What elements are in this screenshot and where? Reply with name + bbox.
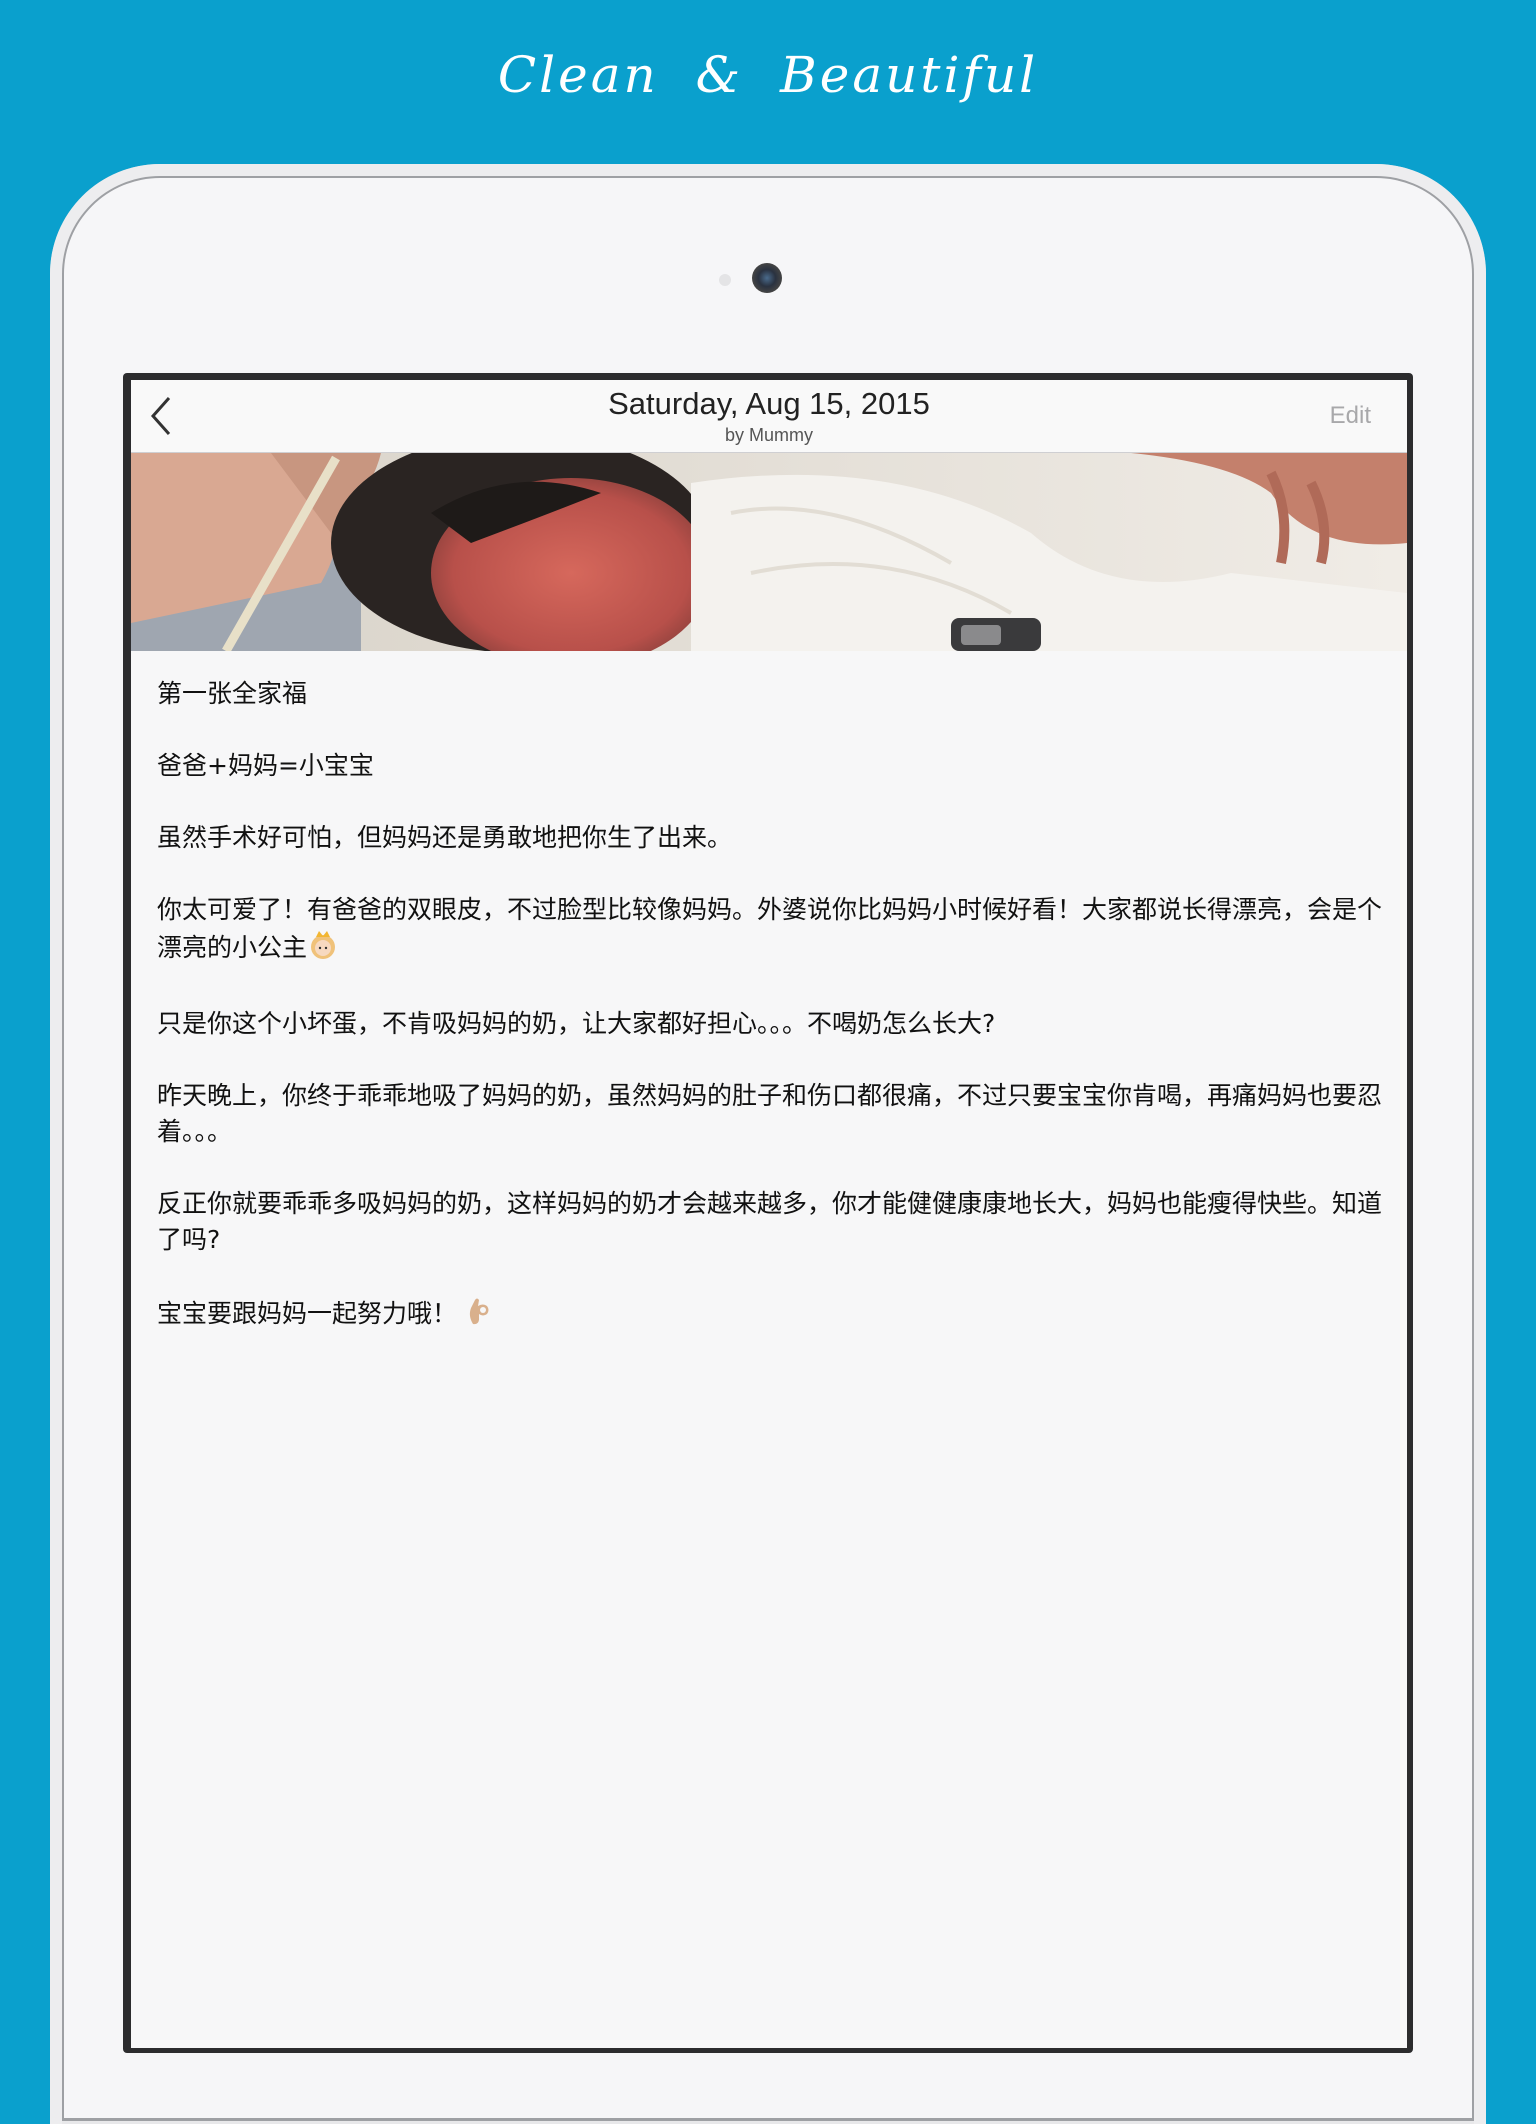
newborn-baby-photo xyxy=(131,453,1407,651)
entry-paragraph: 反正你就要乖乖多吸妈妈的奶，这样妈妈的奶才会越来越多，你才能健健康康地长大，妈妈… xyxy=(157,1189,1383,1254)
edit-button[interactable]: Edit xyxy=(1330,402,1371,430)
princess-emoji-icon xyxy=(307,928,339,970)
entry-paragraph: 宝宝要跟妈妈一起努力哦！ xyxy=(157,1299,458,1328)
entry-paragraph-with-emoji: 你太可爱了！有爸爸的双眼皮，不过脸型比较像妈妈。外婆说你比妈妈小时候好看！大家都… xyxy=(157,892,1387,970)
entry-paragraph: 虽然手术好可怕，但妈妈还是勇敢地把你生了出来。 xyxy=(157,823,733,852)
entry-paragraph: 第一张全家福 xyxy=(157,679,308,708)
entry-author: by Mummy xyxy=(724,425,813,445)
entry-paragraph: 只是你这个小坏蛋，不肯吸妈妈的奶，让大家都好担心。。。不喝奶怎么长大? xyxy=(157,1009,996,1038)
navigation-bar: Saturday, Aug 15, 2015 by Mummy Edit xyxy=(131,380,1407,453)
entry-paragraph: 昨天晚上，你终于乖乖地吸了妈妈的奶，虽然妈妈的肚子和伤口都很痛，不过只要宝宝你肯… xyxy=(157,1081,1383,1146)
light-sensor xyxy=(719,274,731,286)
entry-text[interactable]: 第一张全家福 爸爸+妈妈=小宝宝 虽然手术好可怕，但妈妈还是勇敢地把你生了出来。… xyxy=(157,676,1387,1372)
entry-photo[interactable] xyxy=(131,453,1407,651)
promo-title: Clean & Beautiful xyxy=(497,46,1039,104)
ok-hand-emoji-icon xyxy=(465,1294,495,1336)
entry-paragraph: 你太可爱了！有爸爸的双眼皮，不过脸型比较像妈妈。外婆说你比妈妈小时候好看！大家都… xyxy=(157,895,1383,962)
entry-date-title: Saturday, Aug 15, 2015 xyxy=(608,386,930,421)
entry-paragraph-with-emoji: 宝宝要跟妈妈一起努力哦！ xyxy=(157,1294,1387,1336)
app-screen: Saturday, Aug 15, 2015 by Mummy Edit 第一张… xyxy=(131,380,1407,2048)
front-camera-icon xyxy=(752,263,782,293)
entry-paragraph: 爸爸+妈妈=小宝宝 xyxy=(157,751,374,780)
